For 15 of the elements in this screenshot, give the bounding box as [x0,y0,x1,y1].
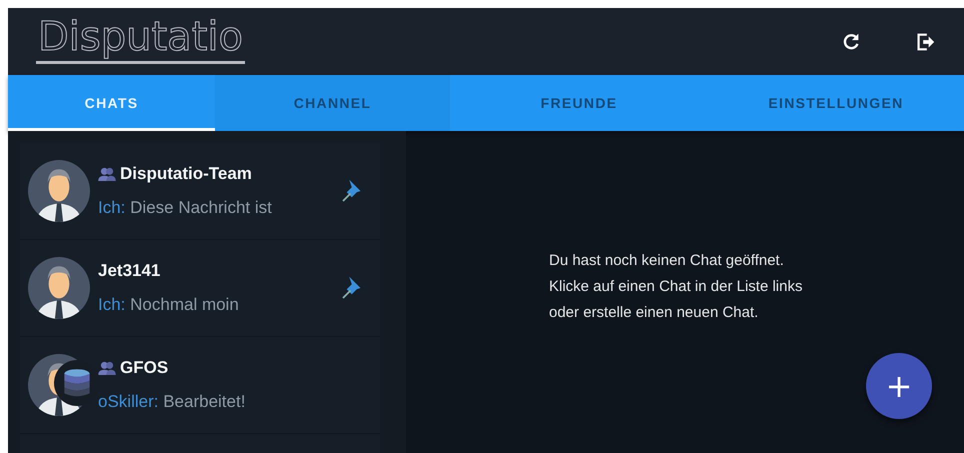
empty-state-text: Du hast noch keinen Chat geöffnet. [549,251,785,271]
chat-item[interactable]: GFOS oSkiller: Bearbeitet! [20,337,380,434]
empty-state-text: oder erstelle einen neuen Chat. [549,303,760,323]
chat-name: Jet3141 [98,261,160,281]
chat-name: Disputatio-Team [120,164,252,184]
last-message: Ich: Diese Nachricht ist [98,198,273,218]
last-message: oSkiller: Bearbeitet! [98,392,246,412]
new-chat-button[interactable]: + [866,353,932,419]
app-logo: Disputatio [36,13,245,64]
chat-item[interactable]: Jet3141 Ich: Nochmal moin [20,240,380,337]
database-icon [54,360,100,406]
chat-name: GFOS [120,358,168,378]
empty-state-text: Klicke auf einen Chat in der Liste links [549,277,802,297]
last-message: Ich: Nochmal moin [98,295,240,315]
chat-item[interactable]: Disputatio-Team Ich: Diese Nachricht ist [20,143,380,240]
